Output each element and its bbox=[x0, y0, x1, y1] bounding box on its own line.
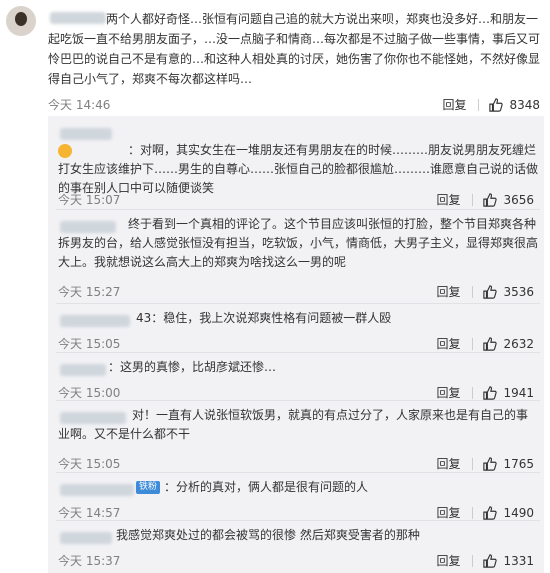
reply-actions: 回复 1765 bbox=[436, 455, 534, 472]
replies-panel: ：对啊，其实女生在一堆朋友还有男朋友在的时候………朋友说男朋友死缠烂打女生应该维… bbox=[48, 116, 544, 573]
like-count: 2632 bbox=[503, 336, 534, 351]
divider bbox=[472, 386, 474, 399]
avatar[interactable] bbox=[6, 6, 36, 36]
reply-button[interactable]: 回复 bbox=[436, 455, 460, 472]
reply-actions: 回复 3656 bbox=[436, 191, 534, 208]
reply-time: 今天 15:00 bbox=[58, 386, 121, 400]
divider bbox=[56, 472, 540, 473]
thumbs-up-icon[interactable] bbox=[483, 192, 498, 207]
emoji-icon bbox=[58, 143, 72, 158]
reply-actions: 回复 2632 bbox=[436, 335, 534, 352]
divider bbox=[472, 457, 474, 470]
comment-actions: 回复 8348 bbox=[442, 96, 540, 113]
reply-item: ：对啊，其实女生在一堆朋友还有男朋友在的时候………朋友说男朋友死缠烂打女生应该维… bbox=[48, 116, 544, 207]
thumbs-up-icon[interactable] bbox=[483, 336, 498, 351]
reply-text: ：对啊，其实女生在一堆朋友还有男朋友在的时候………朋友说男朋友死缠烂打女生应该维… bbox=[58, 143, 539, 195]
reply-actions: 回复 1331 bbox=[436, 552, 534, 569]
reply-time: 今天 15:05 bbox=[58, 337, 121, 351]
thumbs-up-icon[interactable] bbox=[483, 456, 498, 471]
thumbs-up-icon[interactable] bbox=[483, 505, 498, 520]
reply-text: 铁粉 ：分析的真对，俩人都是很有问题的人 bbox=[58, 478, 538, 497]
like-count: 3656 bbox=[503, 192, 534, 207]
divider bbox=[472, 285, 474, 298]
reply-text: 对！一直有人说张恒软饭男，就真的有点过分了，人家原来也是有自己的事业啊。又不是什… bbox=[58, 408, 529, 441]
thumbs-up-icon[interactable] bbox=[483, 385, 498, 400]
reply-actions: 回复 3536 bbox=[436, 283, 534, 300]
thumbs-up-icon[interactable] bbox=[483, 284, 498, 299]
reply-time: 今天 14:57 bbox=[58, 506, 121, 520]
main-comment: 两个人都好奇怪…张恒有问题自己追的就大方说出来呗，郑爽也没多好…和朋友一起吃饭一… bbox=[0, 0, 550, 115]
reply-time: 今天 15:37 bbox=[58, 554, 121, 568]
like-count: 1941 bbox=[503, 385, 534, 400]
comment-text: 两个人都好奇怪…张恒有问题自己追的就大方说出来呗，郑爽也没多好…和朋友一起吃饭一… bbox=[48, 9, 540, 89]
reply-item: ：这男的真惨，比胡彦斌还惨… 今天 15:00 回复 1941 bbox=[48, 354, 544, 401]
reply-button[interactable]: 回复 bbox=[436, 552, 460, 569]
reply-text: 我感觉郑爽处过的都会被骂的很惨 然后郑爽受害者的那种 bbox=[116, 528, 420, 542]
divider bbox=[56, 303, 540, 304]
divider bbox=[472, 337, 474, 350]
reply-time: 今天 15:05 bbox=[58, 457, 121, 471]
divider bbox=[472, 193, 474, 206]
reply-text: 终于看到一个真相的评论了。这个节目应该叫张恒的打脸，整个节目郑爽各种拆男友的台，… bbox=[58, 217, 539, 269]
reply-item: 我感觉郑爽处过的都会被骂的很惨 然后郑爽受害者的那种 今天 15:37 回复 1… bbox=[48, 522, 544, 573]
fan-badge: 铁粉 bbox=[136, 481, 161, 494]
reply-text: ：这男的真惨，比胡彦斌还惨… bbox=[108, 360, 277, 374]
divider bbox=[56, 352, 540, 353]
like-count: 8348 bbox=[509, 97, 540, 112]
divider bbox=[472, 506, 474, 519]
comment-time: 今天 14:46 bbox=[48, 98, 111, 112]
reply-actions: 回复 1941 bbox=[436, 384, 534, 401]
reply-button[interactable]: 回复 bbox=[436, 504, 460, 521]
like-count: 1765 bbox=[503, 456, 534, 471]
comment-body: 两个人都好奇怪…张恒有问题自己追的就大方说出来呗，郑爽也没多好…和朋友一起吃饭一… bbox=[48, 12, 541, 86]
reply-item: 对！一直有人说张恒软饭男，就真的有点过分了，人家原来也是有自己的事业啊。又不是什… bbox=[48, 402, 544, 472]
reply-button[interactable]: 回复 bbox=[436, 283, 460, 300]
divider bbox=[56, 400, 540, 401]
like-count: 1490 bbox=[503, 505, 534, 520]
reply-item: 铁粉 ：分析的真对，俩人都是很有问题的人 今天 14:57 回复 1490 bbox=[48, 474, 544, 522]
like-count: 1331 bbox=[503, 553, 534, 568]
reply-button[interactable]: 回复 bbox=[436, 384, 460, 401]
divider bbox=[56, 520, 540, 521]
divider bbox=[56, 209, 540, 210]
reply-actions: 回复 1490 bbox=[436, 504, 534, 521]
reply-button[interactable]: 回复 bbox=[436, 335, 460, 352]
reply-button[interactable]: 回复 bbox=[436, 191, 460, 208]
reply-item: 终于看到一个真相的评论了。这个节目应该叫张恒的打脸，整个节目郑爽各种拆男友的台，… bbox=[48, 211, 544, 306]
like-count: 3536 bbox=[503, 284, 534, 299]
reply-text: 43：稳住，我上次说郑爽性格有问题被一群人殴 bbox=[136, 311, 392, 325]
reply-time: 今天 15:27 bbox=[58, 285, 121, 299]
divider bbox=[478, 98, 480, 111]
reply-button[interactable]: 回复 bbox=[442, 96, 466, 113]
thumbs-up-icon[interactable] bbox=[489, 97, 504, 112]
reply-item: 43：稳住，我上次说郑爽性格有问题被一群人殴 今天 15:05 回复 2632 bbox=[48, 305, 544, 352]
divider bbox=[472, 554, 474, 567]
thumbs-up-icon[interactable] bbox=[483, 553, 498, 568]
reply-time: 今天 15:07 bbox=[58, 193, 121, 207]
